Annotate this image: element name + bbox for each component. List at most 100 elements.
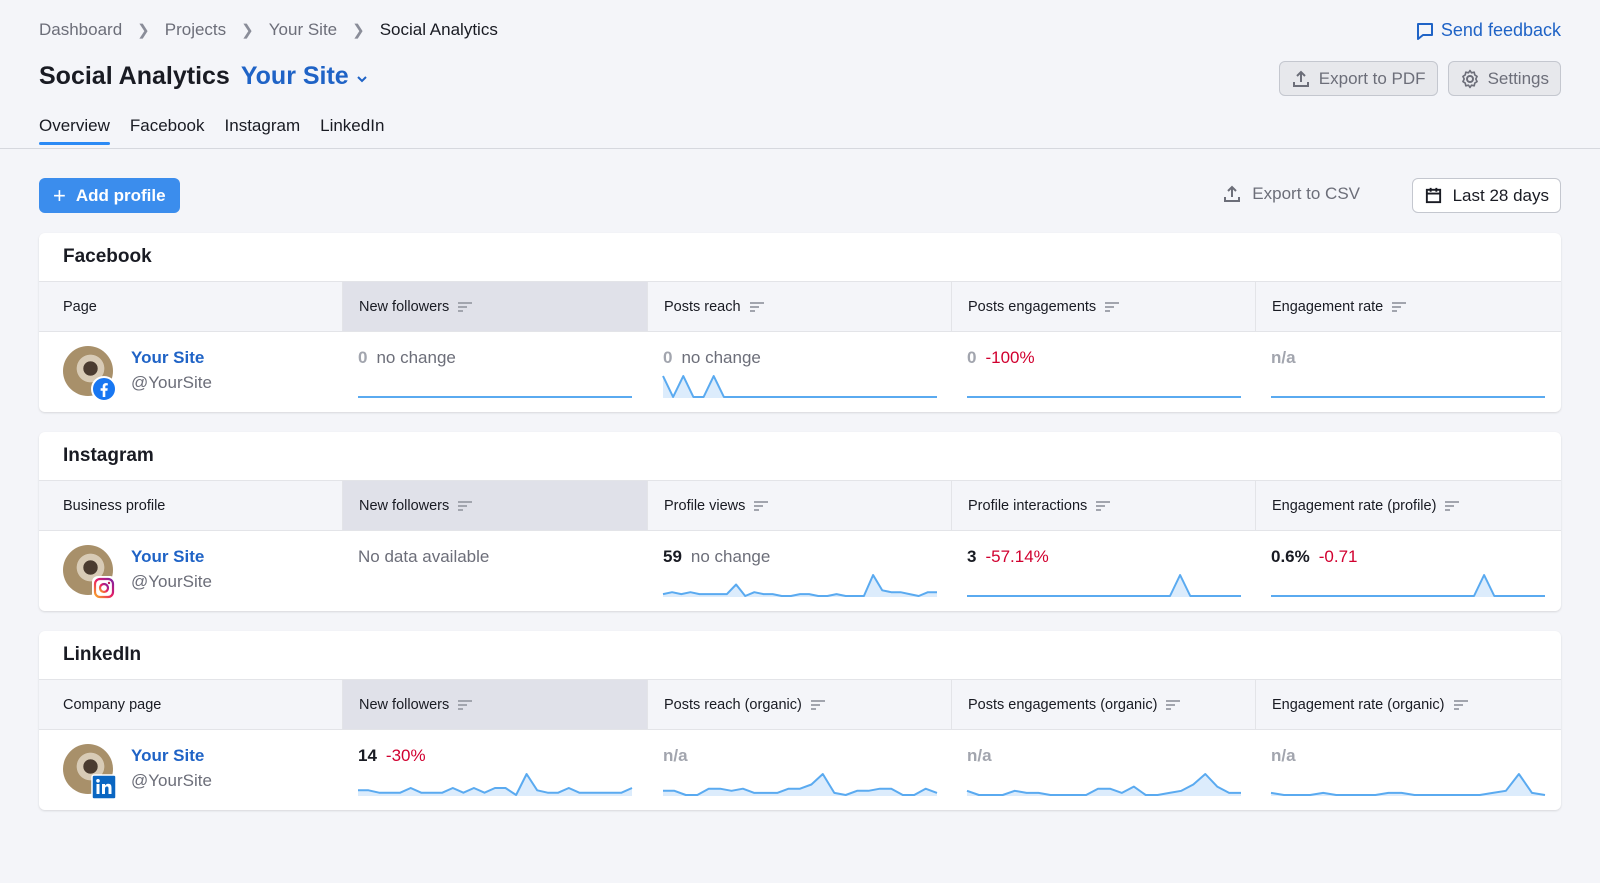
settings-button[interactable]: Settings	[1447, 61, 1561, 96]
section-title: Facebook	[63, 246, 152, 267]
column-header[interactable]: New followers	[342, 282, 647, 331]
metric: 14 -30%	[358, 746, 647, 766]
sort-icon[interactable]	[457, 500, 473, 512]
section-instagram: Instagram Business profile New followers Pr…	[39, 432, 1561, 611]
column-header-label: Posts reach (organic)	[664, 696, 802, 713]
metric-cell: 0 -100%	[951, 332, 1255, 412]
tab-linkedin[interactable]: LinkedIn	[320, 116, 384, 144]
calendar-icon	[1425, 187, 1441, 204]
sparkline-area	[967, 575, 1241, 597]
metric: n/a	[1271, 348, 1561, 368]
column-header[interactable]: Posts reach	[647, 282, 951, 331]
metric-cell: n/a	[1255, 332, 1561, 412]
column-header[interactable]: New followers	[342, 680, 647, 729]
sparkline-line	[1270, 773, 1546, 796]
add-profile-button[interactable]: + Add profile	[39, 178, 180, 213]
metric-value: 0	[967, 348, 977, 367]
sort-icon[interactable]	[1453, 699, 1469, 711]
tab-divider	[0, 148, 1600, 149]
column-header[interactable]: Posts engagements (organic)	[951, 680, 1255, 729]
breadcrumb-dashboard[interactable]: Dashboard	[39, 20, 122, 40]
add-profile-label: Add profile	[75, 185, 166, 205]
sparkline-line	[1271, 574, 1545, 597]
breadcrumb: Dashboard ❯ Projects ❯ Your Site ❯ Socia…	[39, 20, 498, 40]
metric: n/a	[663, 746, 951, 766]
sort-icon[interactable]	[1391, 301, 1407, 313]
sparkline-area	[1271, 575, 1545, 597]
metric: 0 -100%	[967, 348, 1255, 368]
settings-label: Settings	[1487, 68, 1549, 88]
gear-icon	[1461, 69, 1478, 88]
sort-icon[interactable]	[457, 301, 473, 313]
send-feedback-link[interactable]: Send feedback	[1415, 20, 1561, 41]
sort-icon[interactable]	[457, 699, 473, 711]
avatar	[63, 744, 117, 800]
avatar	[63, 346, 117, 402]
export-csv-button[interactable]: Export to CSV	[1222, 184, 1360, 204]
column-header[interactable]: Posts engagements	[951, 282, 1255, 331]
column-header[interactable]: Profile interactions	[951, 481, 1255, 530]
metric-cell: n/a	[951, 730, 1255, 810]
metric-na: n/a	[1271, 746, 1296, 765]
column-header-label: Profile interactions	[968, 497, 1088, 514]
chevron-right-icon: ❯	[352, 22, 365, 39]
tab-instagram[interactable]: Instagram	[225, 116, 301, 144]
breadcrumb-current: Social Analytics	[379, 20, 498, 39]
column-header-label: New followers	[359, 298, 450, 315]
profile-handle: @YourSite	[131, 572, 212, 591]
column-header-label: Engagement rate (organic)	[1272, 696, 1445, 713]
metric-cell: No data available	[342, 531, 647, 611]
table-row: Your Site @YourSite 0 no change 0 no change 0-…	[39, 332, 1561, 412]
table-header: Page New followers Posts reach Posts engage…	[39, 281, 1561, 332]
column-header-label: Engagement rate	[1272, 298, 1384, 315]
avatar	[63, 545, 116, 600]
column-header[interactable]: Engagement rate (profile)	[1255, 481, 1561, 530]
chevron-right-icon: ❯	[241, 22, 254, 39]
column-header[interactable]: Posts reach (organic)	[647, 680, 951, 729]
profile-name-link[interactable]: Your Site	[131, 746, 212, 766]
profile-cell: Your Site @YourSite	[39, 332, 342, 412]
sort-icon[interactable]	[1095, 500, 1111, 512]
metric-delta: -30%	[385, 746, 426, 765]
sort-icon[interactable]	[753, 500, 769, 512]
sort-icon[interactable]	[1104, 301, 1120, 313]
table-row: Your Site @YourSite No data available 59 no …	[39, 531, 1561, 611]
column-header-label: Business profile	[63, 497, 166, 514]
sort-icon[interactable]	[1444, 500, 1460, 512]
sort-icon[interactable]	[810, 699, 826, 711]
date-range-button[interactable]: Last 28 days	[1411, 178, 1561, 213]
column-header[interactable]: Engagement rate (organic)	[1255, 680, 1561, 729]
column-header[interactable]: Profile views	[647, 481, 951, 530]
sparkline	[1271, 396, 1545, 398]
breadcrumb-projects[interactable]: Projects	[165, 20, 226, 40]
section-title: LinkedIn	[63, 644, 142, 665]
metric-na: n/a	[967, 746, 992, 765]
breadcrumb-your-site[interactable]: Your Site	[269, 20, 337, 40]
upload-icon	[1292, 70, 1309, 87]
metric-delta: -100%	[985, 348, 1035, 367]
table-header: Business profile New followers Profile vie…	[39, 480, 1561, 531]
site-selector[interactable]: Your Site	[241, 62, 369, 91]
metric-cell: 3 -57.14%	[951, 531, 1255, 611]
tab-facebook[interactable]: Facebook	[130, 116, 205, 144]
sparkline-area	[663, 774, 937, 796]
metric: 59 no change	[663, 547, 951, 567]
tabs: Overview Facebook Instagram LinkedIn	[39, 116, 384, 145]
metric-value: 0.6%	[1271, 547, 1310, 566]
column-header-label: Posts reach	[664, 298, 741, 315]
profile-name-link[interactable]: Your Site	[131, 547, 212, 567]
metric-na: n/a	[663, 746, 688, 765]
column-header[interactable]: Engagement rate	[1255, 282, 1561, 331]
sparkline	[358, 396, 632, 398]
date-range-label: Last 28 days	[1452, 185, 1549, 205]
column-header[interactable]: New followers	[342, 481, 647, 530]
sparkline-line	[662, 375, 937, 398]
column-header: Company page	[39, 680, 342, 729]
tab-overview[interactable]: Overview	[39, 116, 110, 145]
sparkline	[967, 396, 1241, 398]
metric-cell: 0 no change	[647, 332, 951, 412]
profile-name-link[interactable]: Your Site	[131, 348, 212, 368]
sort-icon[interactable]	[749, 301, 765, 313]
export-pdf-button[interactable]: Export to PDF	[1278, 61, 1438, 96]
sort-icon[interactable]	[1165, 699, 1181, 711]
